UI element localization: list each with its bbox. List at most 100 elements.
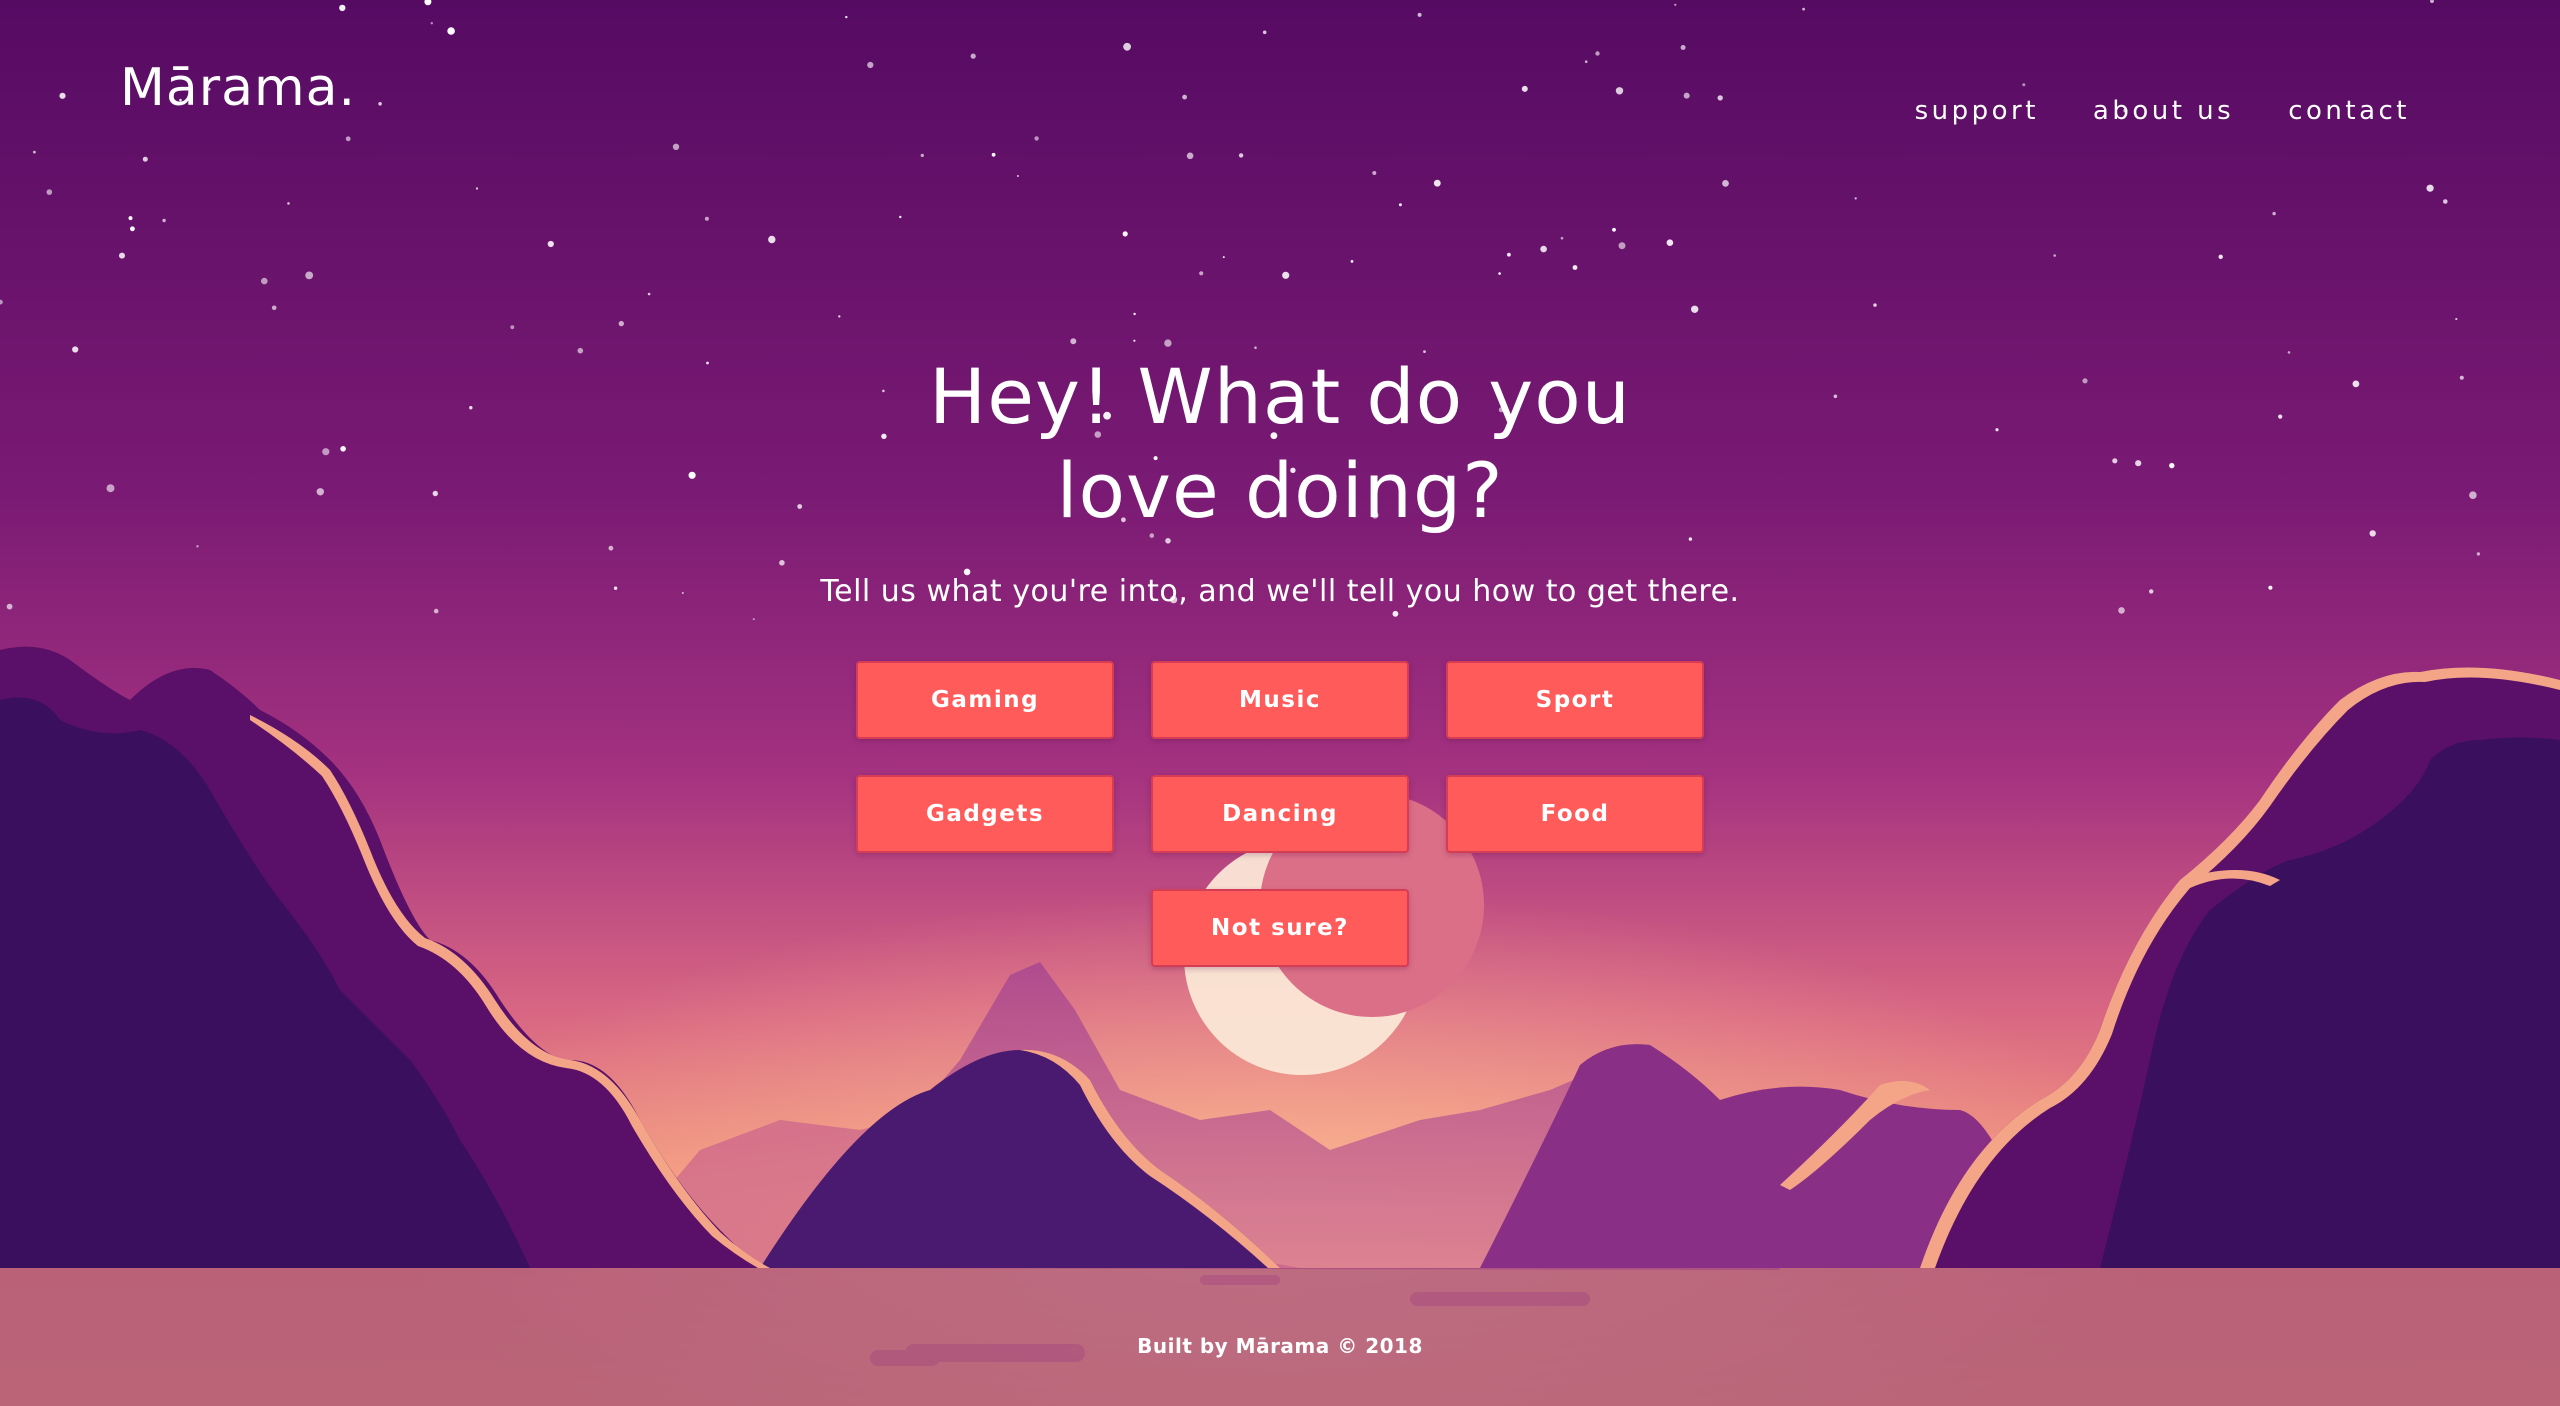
star xyxy=(162,218,166,223)
star xyxy=(142,156,148,162)
star xyxy=(1222,256,1225,259)
star xyxy=(1238,153,1244,158)
star xyxy=(1722,180,1729,187)
star xyxy=(1507,252,1511,257)
star xyxy=(1802,7,1805,11)
star xyxy=(1016,175,1019,177)
nav-link-support[interactable]: support xyxy=(1915,96,2039,126)
star xyxy=(1612,227,1616,232)
star xyxy=(845,15,848,19)
star xyxy=(130,226,135,232)
not-sure-button[interactable]: Not sure? xyxy=(1151,889,1409,967)
star xyxy=(1572,265,1578,270)
star xyxy=(1372,171,1377,175)
star xyxy=(2272,211,2276,216)
star xyxy=(1123,42,1131,51)
star xyxy=(1540,245,1547,253)
star xyxy=(920,153,924,158)
star xyxy=(2426,184,2434,192)
star xyxy=(271,305,277,311)
star xyxy=(46,189,53,195)
star xyxy=(1433,179,1441,187)
star xyxy=(1680,45,1686,50)
star xyxy=(261,277,268,285)
star xyxy=(447,27,455,35)
top-navigation: support about us contact xyxy=(1915,96,2410,126)
star xyxy=(1262,30,1267,35)
interest-buttons: Gaming Music Sport Gadgets Dancing Food … xyxy=(856,661,1706,967)
star xyxy=(991,152,996,157)
star xyxy=(1034,136,1039,141)
star xyxy=(510,325,515,330)
star xyxy=(1417,12,1422,17)
star xyxy=(378,102,382,106)
nav-link-about-us[interactable]: about us xyxy=(2093,96,2234,126)
star xyxy=(33,150,36,154)
hero-heading: Hey! What do you love doing? xyxy=(929,352,1631,535)
star xyxy=(768,235,776,244)
star xyxy=(647,292,651,296)
footer-credit: Built by Mārama © 2018 xyxy=(1137,1334,1423,1358)
star xyxy=(305,271,314,280)
star xyxy=(1164,339,1172,347)
star xyxy=(704,216,709,221)
star xyxy=(339,4,346,12)
star xyxy=(1873,303,1877,307)
star xyxy=(1691,305,1699,313)
interest-button-gaming[interactable]: Gaming xyxy=(856,661,1114,739)
star xyxy=(1683,92,1690,99)
star xyxy=(1498,272,1501,275)
star xyxy=(2443,199,2448,204)
star xyxy=(2053,254,2056,257)
star xyxy=(1133,312,1136,316)
nav-link-contact[interactable]: contact xyxy=(2288,96,2410,126)
star xyxy=(1199,271,1204,276)
star xyxy=(618,320,624,327)
star xyxy=(1282,271,1290,279)
star xyxy=(1398,203,1402,207)
interest-button-gadgets[interactable]: Gadgets xyxy=(856,775,1114,853)
star xyxy=(1717,95,1723,101)
star xyxy=(1070,338,1077,345)
star xyxy=(430,22,433,25)
star xyxy=(2022,83,2026,87)
star xyxy=(1392,610,1399,617)
star xyxy=(1615,87,1624,95)
star xyxy=(1674,3,1677,6)
star xyxy=(128,216,133,221)
star xyxy=(433,608,439,614)
star xyxy=(1254,346,1257,350)
star xyxy=(1182,94,1187,100)
interest-button-music[interactable]: Music xyxy=(1151,661,1409,739)
star xyxy=(838,315,841,318)
star xyxy=(1666,239,1674,246)
star xyxy=(1584,60,1588,63)
interest-button-sport[interactable]: Sport xyxy=(1446,661,1704,739)
star xyxy=(1618,242,1626,250)
interest-button-dancing[interactable]: Dancing xyxy=(1151,775,1409,853)
star xyxy=(1521,85,1528,92)
star xyxy=(672,143,680,150)
footer: Built by Mārama © 2018 xyxy=(0,1268,2560,1406)
star xyxy=(970,53,976,59)
star xyxy=(899,215,902,219)
star xyxy=(2455,317,2458,321)
star xyxy=(1560,236,1564,240)
marama-logo[interactable]: Mārama. xyxy=(120,58,356,118)
star xyxy=(475,187,479,190)
hero-section: Hey! What do you love doing? Tell us wha… xyxy=(0,350,2560,609)
star xyxy=(345,136,351,142)
star xyxy=(1186,152,1194,160)
star xyxy=(547,240,554,248)
star xyxy=(1133,339,1136,342)
star xyxy=(867,61,874,69)
star xyxy=(1122,231,1128,237)
star xyxy=(1854,197,1857,200)
star xyxy=(119,252,125,259)
star xyxy=(287,202,290,205)
interest-button-food[interactable]: Food xyxy=(1446,775,1704,853)
star xyxy=(1595,51,1600,56)
star xyxy=(2218,254,2223,259)
hero-subheading: Tell us what you're into, and we'll tell… xyxy=(820,574,1740,609)
star xyxy=(1350,260,1354,263)
